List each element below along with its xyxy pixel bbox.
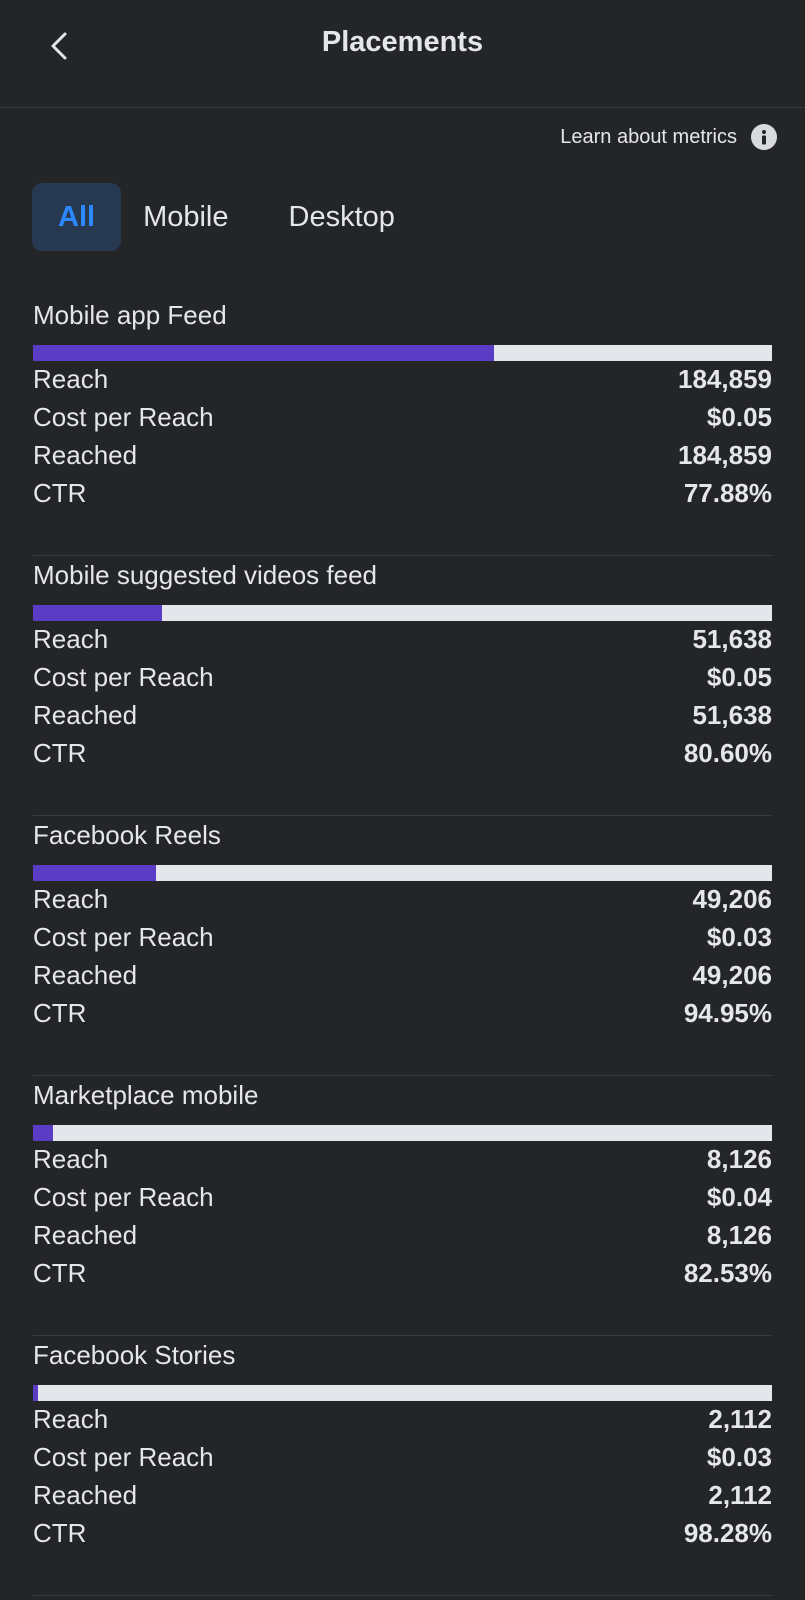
metric-label: CTR bbox=[33, 997, 87, 1028]
metric-label: Reach bbox=[33, 363, 109, 394]
metric-value: 8,126 bbox=[706, 1143, 772, 1174]
metric-label: Reached bbox=[33, 1479, 138, 1510]
metric-label: Reach bbox=[33, 1403, 109, 1434]
reach-bar-fill bbox=[33, 865, 156, 881]
metric-label: CTR bbox=[33, 1257, 87, 1288]
placement-card[interactable]: Facebook Reels Reach 49,206 Cost per Reac… bbox=[33, 816, 772, 1076]
metric-value: 98.28% bbox=[683, 1517, 772, 1548]
metric-value: $0.05 bbox=[706, 661, 772, 692]
metric-row-reach: Reach 2,112 bbox=[33, 1400, 772, 1438]
metric-row-ctr: CTR 82.53% bbox=[33, 1254, 772, 1292]
placements-list: Mobile app Feed Reach 184,859 Cost per Re… bbox=[33, 296, 772, 1596]
metric-row-cost-per-reach: Cost per Reach $0.05 bbox=[33, 658, 772, 696]
placement-card[interactable]: Marketplace mobile Reach 8,126 Cost per R… bbox=[33, 1076, 772, 1336]
metric-row-cost-per-reach: Cost per Reach $0.03 bbox=[33, 918, 772, 956]
metric-label: Reached bbox=[33, 439, 138, 470]
metric-label: Reach bbox=[33, 623, 109, 654]
metric-label: CTR bbox=[33, 477, 87, 508]
metric-value: 2,112 bbox=[708, 1403, 772, 1434]
metric-row-reached: Reached 2,112 bbox=[33, 1476, 772, 1514]
metric-row-reach: Reach 8,126 bbox=[33, 1140, 772, 1178]
metric-row-ctr: CTR 80.60% bbox=[33, 734, 772, 772]
metric-row-cost-per-reach: Cost per Reach $0.04 bbox=[33, 1178, 772, 1216]
metric-label: Reached bbox=[33, 959, 138, 990]
placement-name: Mobile suggested videos feed bbox=[33, 560, 378, 590]
metric-value: $0.03 bbox=[706, 921, 772, 952]
metric-value: 51,638 bbox=[692, 623, 772, 654]
learn-about-metrics-link[interactable]: Learn about metrics bbox=[560, 124, 777, 150]
placement-card[interactable]: Mobile app Feed Reach 184,859 Cost per Re… bbox=[33, 296, 772, 556]
reach-bar bbox=[33, 865, 772, 881]
metric-value: 49,206 bbox=[692, 883, 772, 914]
metric-value: $0.05 bbox=[706, 401, 772, 432]
metric-value: 49,206 bbox=[692, 959, 772, 990]
info-icon[interactable] bbox=[751, 124, 777, 150]
metric-row-reach: Reach 51,638 bbox=[33, 620, 772, 658]
metric-value: 8,126 bbox=[706, 1219, 772, 1250]
metric-value: 184,859 bbox=[678, 363, 772, 394]
placement-name: Facebook Reels bbox=[33, 820, 221, 850]
metric-label: Cost per Reach bbox=[33, 921, 214, 952]
metric-label: Reach bbox=[33, 883, 109, 914]
tab-all[interactable]: All bbox=[32, 183, 122, 251]
metric-label: Cost per Reach bbox=[33, 401, 214, 432]
metric-label: Reach bbox=[33, 1143, 109, 1174]
metric-value: 184,859 bbox=[678, 439, 772, 470]
metric-label: Reached bbox=[33, 1219, 138, 1250]
tab-mobile[interactable]: Mobile bbox=[131, 183, 240, 251]
reach-bar-fill bbox=[33, 345, 495, 361]
metric-label: Cost per Reach bbox=[33, 1181, 214, 1212]
reach-bar-fill bbox=[33, 1385, 39, 1401]
learn-about-metrics-label: Learn about metrics bbox=[560, 125, 737, 148]
metric-row-reached: Reached 49,206 bbox=[33, 956, 772, 994]
metric-row-reached: Reached 51,638 bbox=[33, 696, 772, 734]
reach-bar bbox=[33, 605, 772, 621]
reach-bar bbox=[33, 1125, 772, 1141]
metric-value: 82.53% bbox=[683, 1257, 772, 1288]
metric-row-reached: Reached 8,126 bbox=[33, 1216, 772, 1254]
metric-label: Cost per Reach bbox=[33, 1441, 214, 1472]
device-tabs: All Mobile Desktop bbox=[32, 183, 407, 251]
metric-label: Reached bbox=[33, 699, 138, 730]
metric-row-cost-per-reach: Cost per Reach $0.05 bbox=[33, 398, 772, 436]
metric-value: $0.04 bbox=[706, 1181, 772, 1212]
metric-value: $0.03 bbox=[706, 1441, 772, 1472]
metric-value: 80.60% bbox=[683, 737, 772, 768]
placement-card[interactable]: Facebook Stories Reach 2,112 Cost per Rea… bbox=[33, 1336, 772, 1596]
metric-row-reached: Reached 184,859 bbox=[33, 436, 772, 474]
page-title: Placements bbox=[321, 26, 484, 58]
placement-name: Facebook Stories bbox=[33, 1340, 236, 1370]
reach-bar bbox=[33, 1385, 772, 1401]
metric-row-reach: Reach 49,206 bbox=[33, 880, 772, 918]
reach-bar-fill bbox=[33, 605, 162, 621]
metric-row-cost-per-reach: Cost per Reach $0.03 bbox=[33, 1438, 772, 1476]
metric-row-reach: Reach 184,859 bbox=[33, 360, 772, 398]
metric-label: CTR bbox=[33, 1517, 87, 1548]
metric-label: CTR bbox=[33, 737, 87, 768]
placement-card[interactable]: Mobile suggested videos feed Reach 51,638… bbox=[33, 556, 772, 816]
top-bar: Placements bbox=[0, 0, 805, 108]
reach-bar-fill bbox=[33, 1125, 53, 1141]
placement-name: Mobile app Feed bbox=[33, 300, 227, 330]
tab-desktop[interactable]: Desktop bbox=[277, 183, 407, 251]
placement-name: Marketplace mobile bbox=[33, 1080, 259, 1110]
metric-row-ctr: CTR 98.28% bbox=[33, 1514, 772, 1552]
reach-bar bbox=[33, 345, 772, 361]
metric-value: 51,638 bbox=[692, 699, 772, 730]
metric-value: 77.88% bbox=[683, 477, 772, 508]
metric-value: 2,112 bbox=[708, 1479, 772, 1510]
metric-row-ctr: CTR 94.95% bbox=[33, 994, 772, 1032]
metric-value: 94.95% bbox=[683, 997, 772, 1028]
metric-label: Cost per Reach bbox=[33, 661, 214, 692]
metric-row-ctr: CTR 77.88% bbox=[33, 474, 772, 512]
